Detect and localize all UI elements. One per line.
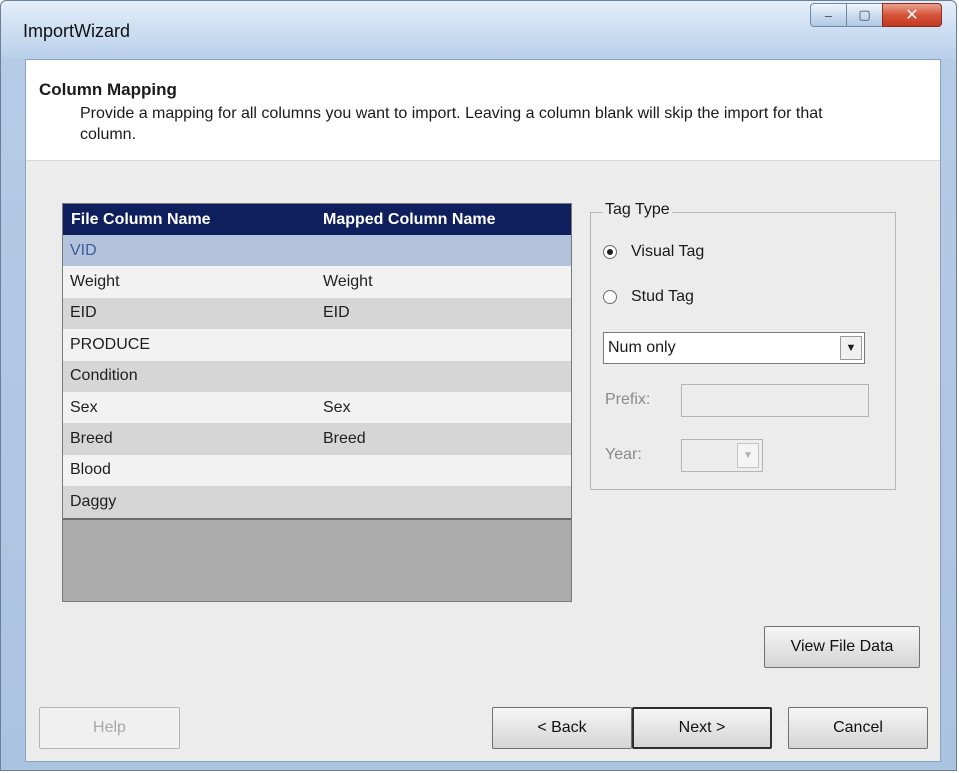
file-column-cell[interactable]: Sex: [63, 399, 317, 417]
file-column-cell[interactable]: Weight: [63, 273, 317, 291]
help-button[interactable]: Help: [39, 707, 180, 749]
column-mapping-grid[interactable]: File Column Name Mapped Column Name VID …: [62, 203, 572, 602]
file-column-cell[interactable]: Blood: [63, 461, 317, 479]
maximize-icon: ▢: [858, 7, 871, 22]
table-row[interactable]: EID EID: [63, 297, 571, 330]
visual-tag-radio[interactable]: Visual Tag: [603, 243, 704, 261]
tag-type-group: Tag Type Visual Tag Stud Tag Num only ▼ …: [590, 201, 896, 490]
grid-header: File Column Name Mapped Column Name: [63, 204, 571, 235]
prefix-label: Prefix:: [605, 391, 651, 408]
tag-type-legend: Tag Type: [603, 201, 672, 219]
chevron-down-icon: ▼: [737, 443, 759, 468]
next-button[interactable]: Next >: [632, 707, 772, 749]
column-header-mapped[interactable]: Mapped Column Name: [317, 211, 495, 229]
table-row[interactable]: PRODUCE: [63, 329, 571, 361]
tag-format-value: Num only: [608, 339, 676, 356]
page-title: Column Mapping: [39, 80, 177, 99]
grid-empty-area: [63, 517, 571, 520]
mapped-column-cell[interactable]: Breed: [317, 430, 366, 448]
minimize-icon: –: [824, 7, 833, 23]
table-row[interactable]: Weight Weight: [63, 266, 571, 298]
year-label: Year:: [605, 446, 642, 463]
page-description: Provide a mapping for all columns you wa…: [80, 105, 823, 143]
minimize-button[interactable]: –: [810, 3, 846, 27]
mapped-column-cell[interactable]: EID: [317, 304, 350, 322]
tag-format-select[interactable]: Num only ▼: [603, 332, 865, 364]
table-row[interactable]: Condition: [63, 360, 571, 392]
cancel-button[interactable]: Cancel: [788, 707, 928, 749]
stud-tag-radio[interactable]: Stud Tag: [603, 288, 694, 306]
close-icon: ✕: [905, 7, 919, 24]
mapped-column-cell[interactable]: Weight: [317, 273, 373, 291]
mapped-column-cell[interactable]: Sex: [317, 399, 351, 417]
radio-checked-icon[interactable]: [603, 245, 617, 259]
back-button[interactable]: < Back: [492, 707, 632, 749]
wizard-client-area: Column Mapping Provide a mapping for all…: [25, 59, 941, 762]
table-row[interactable]: Daggy: [63, 486, 571, 518]
file-column-cell[interactable]: VID: [63, 242, 317, 260]
prefix-input: [681, 384, 869, 417]
file-column-cell[interactable]: Daggy: [63, 493, 317, 511]
wizard-header: Column Mapping Provide a mapping for all…: [26, 60, 940, 161]
file-column-cell[interactable]: Breed: [63, 430, 317, 448]
file-column-cell[interactable]: Condition: [63, 367, 317, 385]
table-row[interactable]: Breed Breed: [63, 423, 571, 455]
chevron-down-icon[interactable]: ▼: [840, 336, 862, 360]
file-column-cell[interactable]: EID: [63, 304, 317, 322]
radio-unchecked-icon[interactable]: [603, 290, 617, 304]
table-row[interactable]: Sex Sex: [63, 391, 571, 424]
visual-tag-label[interactable]: Visual Tag: [631, 243, 704, 261]
table-row[interactable]: Blood: [63, 454, 571, 487]
window-title: ImportWizard: [23, 21, 131, 41]
window-controls: – ▢ ✕: [810, 3, 942, 27]
maximize-button[interactable]: ▢: [846, 3, 882, 27]
table-row[interactable]: VID: [63, 235, 571, 267]
stud-tag-label[interactable]: Stud Tag: [631, 288, 694, 306]
import-wizard-window: ImportWizard – ▢ ✕ Column Mapping Provid…: [0, 0, 957, 771]
view-file-data-button[interactable]: View File Data: [764, 626, 920, 668]
year-select: ▼: [681, 439, 763, 472]
title-bar[interactable]: ImportWizard – ▢ ✕: [1, 1, 956, 59]
column-header-file[interactable]: File Column Name: [63, 211, 317, 229]
file-column-cell[interactable]: PRODUCE: [63, 336, 317, 354]
close-button[interactable]: ✕: [882, 3, 942, 27]
